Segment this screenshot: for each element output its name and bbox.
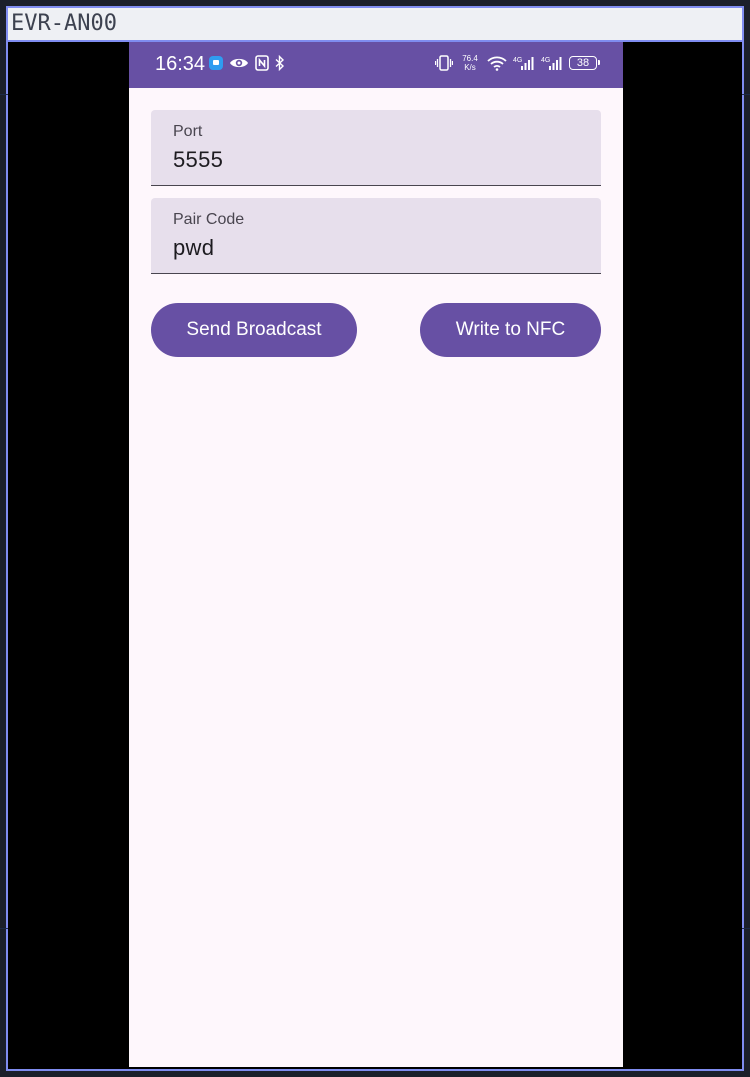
status-right-icons: 76.4 K/s 4G 4G 38 (435, 54, 600, 72)
guide-line (0, 928, 8, 929)
network-speed: 76.4 K/s (459, 54, 481, 72)
pair-code-field[interactable]: Pair Code pwd (151, 198, 601, 274)
battery-icon: 38 (569, 56, 600, 70)
signal-4g-icon: 4G (513, 57, 534, 70)
window-title: EVR-AN00 (11, 11, 117, 36)
guide-line (742, 94, 750, 95)
status-left-icons (209, 55, 285, 71)
port-input[interactable]: 5555 (173, 147, 223, 173)
send-broadcast-button[interactable]: Send Broadcast (151, 303, 357, 357)
status-bar: 16:34 76.4 K/s 4G 4G 38 (129, 42, 623, 88)
write-to-nfc-button[interactable]: Write to NFC (420, 303, 601, 357)
battery-level: 38 (576, 57, 590, 69)
wifi-icon (487, 56, 507, 71)
window-title-bar[interactable]: EVR-AN00 (8, 8, 742, 42)
phone-screen: 16:34 76.4 K/s 4G 4G 38 Port 5555 Pair C… (129, 42, 623, 1067)
message-icon (209, 56, 223, 70)
pair-code-input[interactable]: pwd (173, 235, 214, 261)
status-time: 16:34 (155, 53, 206, 75)
guide-line (0, 94, 8, 95)
port-label: Port (173, 123, 203, 140)
nfc-icon (255, 55, 269, 71)
signal-label: 4G (513, 57, 522, 64)
port-field[interactable]: Port 5555 (151, 110, 601, 186)
signal-label: 4G (541, 57, 550, 64)
eye-icon (230, 58, 248, 68)
network-speed-value: 76.4 (462, 54, 478, 63)
bluetooth-icon (275, 55, 285, 71)
network-speed-unit: K/s (464, 63, 476, 72)
vibrate-icon (435, 55, 453, 71)
pair-code-label: Pair Code (173, 211, 245, 228)
signal-4g-icon: 4G (541, 57, 562, 70)
guide-line (742, 928, 750, 929)
